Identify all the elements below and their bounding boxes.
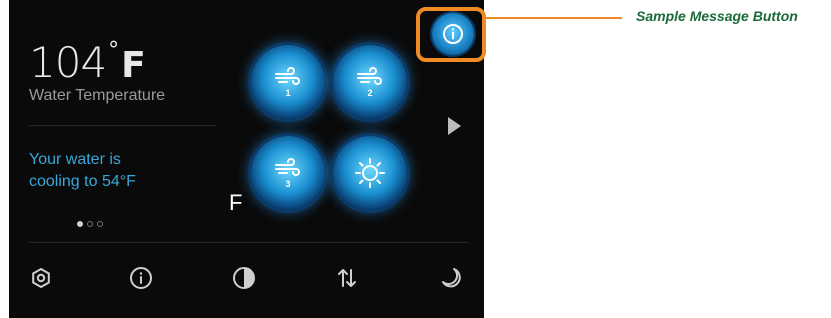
page-dot-1[interactable] [77, 221, 83, 227]
page-dot-3[interactable] [97, 221, 103, 227]
fan-speed-label: 2 [367, 88, 373, 98]
thermostat-panel: 104°F Water Temperature Your water is co… [9, 0, 484, 318]
sun-icon [355, 158, 385, 188]
page-indicator [77, 221, 103, 227]
bottom-divider [29, 242, 469, 243]
settings-button[interactable] [27, 264, 55, 292]
callout-line [486, 17, 622, 19]
status-line-1: Your water is [29, 151, 121, 168]
fan-speed-label: 3 [285, 179, 291, 189]
divider [29, 125, 217, 126]
gear-icon [32, 267, 50, 289]
contrast-button[interactable] [230, 264, 258, 292]
moon-icon [442, 268, 461, 288]
wind-icon [275, 67, 300, 85]
light-button[interactable] [333, 136, 407, 210]
fan-speed-2-button[interactable]: 2 [333, 45, 407, 119]
wind-icon [357, 67, 382, 85]
status-line-2: cooling to 54°F [29, 173, 136, 190]
sort-button[interactable] [333, 264, 361, 292]
fan-speed-3-button[interactable]: 3 [251, 136, 325, 210]
next-page-arrow-icon[interactable] [448, 117, 461, 135]
info-button[interactable] [127, 264, 155, 292]
contrast-icon [233, 267, 255, 289]
wind-icon [275, 158, 300, 176]
sort-arrows-icon [338, 269, 356, 287]
stray-label: F [229, 190, 243, 215]
info-icon [443, 24, 463, 44]
night-mode-button[interactable] [437, 264, 465, 292]
temperature-label: Water Temperature [29, 87, 166, 104]
status-message: Your water is cooling to 54°F [29, 149, 136, 193]
callout-label: Sample Message Button [636, 8, 798, 24]
fan-speed-1-button[interactable]: 1 [251, 45, 325, 119]
temperature-unit: F [121, 45, 146, 86]
temperature-display: 104°F [29, 38, 146, 87]
degree-symbol: ° [108, 38, 120, 63]
page-dot-2[interactable] [87, 221, 93, 227]
message-button[interactable] [432, 13, 474, 55]
temperature-value: 104 [29, 38, 107, 87]
info-icon [130, 267, 152, 289]
fan-speed-label: 1 [285, 88, 291, 98]
